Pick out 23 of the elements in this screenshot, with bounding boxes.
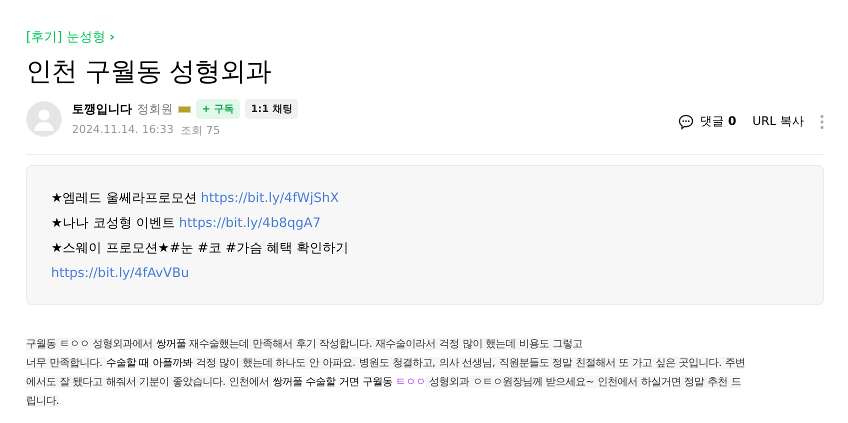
comment-icon[interactable] <box>678 114 694 130</box>
comments-label[interactable]: 댓글 0 <box>700 113 736 130</box>
post-title: 인천 구월동 성형외과 <box>26 56 272 89</box>
more-icon[interactable] <box>820 114 824 130</box>
subscribe-button[interactable]: + 구독 <box>196 99 240 119</box>
body-text-line: 구월동 ㅌㅇㅇ 성형외과에서 쌍꺼풀 재수술했는데 만족해서 후기 작성합니다. 재수술이라서 걱정 많이 했는데 비용도 그렇고 <box>26 337 582 352</box>
body-text-line: 너무 만족합니다. 수술할 때 아플까봐 걱정 많이 했는데 하나도 안 아파요. 병원도 청결하고, 의사 선생님, 직원분들도 정말 친절해서 또 가고 싶은 곳입니다. 주변 <box>26 356 746 371</box>
promo-link[interactable]: https://bit.ly/4b8qgA7 <box>178 216 321 231</box>
post-date: 2024.11.14. 16:33 <box>72 123 174 138</box>
level-icon <box>178 106 191 112</box>
chat-button[interactable]: 1:1 채팅 <box>244 99 298 119</box>
url-copy-link[interactable]: URL 복사 <box>752 113 804 130</box>
body-text-line: 에서도 잘 됐다고 해줘서 기분이 좋았습니다. 인천에서 쌍꺼풀 수술할 거면 구월동 ㅌㅇㅇ 성형외과 ㅇㅌㅇ원장님께 받으세요~ 인천에서 하실거면 정말 추천 드 <box>26 375 741 390</box>
promo-link[interactable]: https://bit.ly/4fWjShX <box>200 191 339 206</box>
member-rank: 정회원 <box>137 100 173 118</box>
author-name[interactable]: 토깽입니다 <box>72 100 132 118</box>
avatar-icon[interactable] <box>26 100 62 136</box>
promo-text: ★엠레드 울쎄라프로모션 <box>51 191 197 206</box>
promo-text: ★나나 코성형 이벤트 <box>51 216 175 231</box>
view-count: 조회 75 <box>180 123 220 138</box>
board-link[interactable]: [후기] 눈성형 › <box>26 28 115 46</box>
promo-text: ★스웨이 프로모션★#눈 #코 #가슴 혜택 확인하기 <box>51 241 349 256</box>
promo-link[interactable]: https://bit.ly/4fAvVBu <box>51 266 190 281</box>
